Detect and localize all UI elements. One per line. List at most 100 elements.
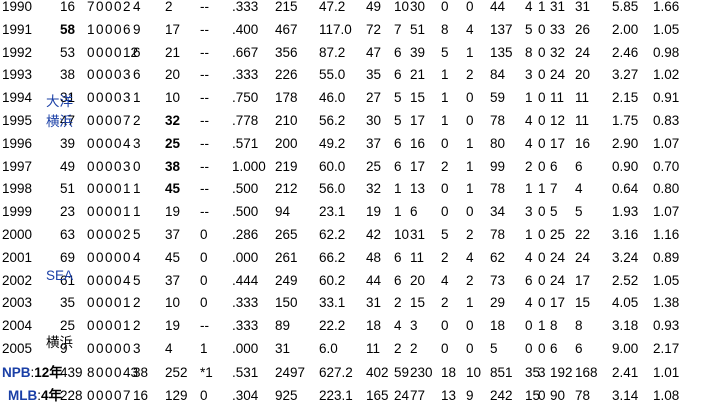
total-cell: 0 bbox=[114, 364, 122, 380]
stat-cell: -- bbox=[200, 318, 209, 334]
stat-cell: 1.75 bbox=[612, 113, 639, 128]
stat-cell: 32 bbox=[165, 113, 181, 128]
stat-cell: 2 bbox=[466, 227, 474, 242]
stat-cell: 0 bbox=[466, 204, 474, 220]
stat-cell: 1 bbox=[123, 181, 131, 197]
total-cell: 925 bbox=[275, 387, 298, 403]
total-cell: 77 bbox=[410, 387, 426, 403]
stat-cell: 0 bbox=[114, 295, 122, 311]
stat-cell: 48 bbox=[366, 249, 382, 265]
stat-cell: 21 bbox=[410, 67, 426, 83]
season-year: 2004 bbox=[2, 318, 33, 334]
season-row-1996: 1996 39 0 0 0 0 4 3 25 -- .571 200 49.2 37 6 16 0 1 80 4 0 17… bbox=[0, 133, 714, 155]
stat-cell: 219 bbox=[275, 158, 298, 174]
stat-cell: 0 bbox=[87, 341, 95, 356]
stat-cell: 0 bbox=[114, 227, 122, 242]
stat-cell: .400 bbox=[232, 21, 259, 37]
season-row-1990: 1990 16 7 0 0 0 2 4 2 -- .333 215 47.2 49 10 30 0 0 44 4 1 31… bbox=[0, 0, 714, 18]
stat-cell: 6 bbox=[123, 21, 131, 37]
stat-cell: 1 bbox=[133, 90, 141, 106]
stat-cell: 78 bbox=[490, 227, 506, 242]
stat-cell: .500 bbox=[232, 204, 259, 220]
season-row-2000: 2000 63 0 0 0 0 2 5 37 0.286 265 62.2 42 10 31 5 2 78 1 0 25… bbox=[0, 224, 714, 246]
stat-cell: 89 bbox=[275, 318, 291, 334]
stat-cell: 0.93 bbox=[653, 318, 680, 334]
stat-cell: 0 bbox=[87, 158, 95, 174]
season-row-1998: 1998 51 0 0 0 0 1 1 45 -- .500 212 56.0 32 1 13 0 1 78 1 1 7 4… bbox=[0, 178, 714, 200]
stat-cell: 87.2 bbox=[319, 44, 346, 60]
total-cell: 10 bbox=[466, 364, 482, 380]
stat-cell: 1 bbox=[466, 295, 474, 311]
stat-cell: 4 bbox=[466, 21, 474, 37]
stat-cell: 200 bbox=[275, 135, 298, 151]
season-row-1995: 1995 47 0 0 0 0 7 2 32 -- .778 210 56.2 30 5 17 1 0 78 4 0 12… bbox=[0, 110, 714, 132]
stat-cell: 2 bbox=[410, 341, 418, 356]
stat-cell: 0 bbox=[441, 341, 449, 356]
stat-cell: .333 bbox=[232, 318, 259, 334]
season-row-1994: 1994 31 0 0 0 0 3 1 10 -- .750 178 46.0 27 5 15 1 0 59 1 0 11… bbox=[0, 87, 714, 109]
stat-cell: 0 bbox=[96, 21, 104, 37]
stat-cell: 0 bbox=[105, 67, 113, 83]
stat-cell: 73 bbox=[490, 272, 506, 288]
stat-cell: 0 bbox=[114, 0, 122, 14]
stat-cell: 2 bbox=[133, 318, 141, 334]
season-row-1997: 1997 49 0 0 0 0 3 0 38 -- 1.000 219 60.0 25 6 17 2 1 99 2 0 6… bbox=[0, 156, 714, 178]
stat-cell: 0 bbox=[96, 90, 104, 106]
stat-cell: 31 bbox=[575, 0, 591, 14]
stat-cell: 3.16 bbox=[612, 227, 639, 242]
stat-cell: 0 bbox=[87, 227, 95, 242]
stat-cell: 1.05 bbox=[653, 21, 680, 37]
stat-cell: 0 bbox=[87, 318, 95, 334]
stat-cell: 26 bbox=[575, 21, 591, 37]
stat-cell: 6 bbox=[133, 44, 141, 60]
stat-cell: 3 bbox=[123, 158, 131, 174]
stat-cell: 15 bbox=[575, 295, 591, 311]
stat-cell: 0 bbox=[525, 318, 533, 334]
stat-cell: 32 bbox=[550, 44, 566, 60]
stat-cell: 44 bbox=[366, 272, 382, 288]
stat-cell: 6 bbox=[410, 204, 418, 220]
total-cell: 230 bbox=[410, 364, 433, 380]
stat-cell: 60.2 bbox=[319, 272, 346, 288]
stat-cell: 47 bbox=[366, 44, 382, 60]
total-cell: 439 bbox=[60, 364, 83, 380]
season-year: 2001 bbox=[2, 249, 33, 265]
stat-cell: 2 bbox=[441, 158, 449, 174]
stat-cell: 2.90 bbox=[612, 135, 639, 151]
stat-cell: 0 bbox=[87, 249, 95, 265]
stat-cell: 0.90 bbox=[612, 158, 639, 174]
stat-cell: 31 bbox=[410, 227, 426, 242]
season-year: 2003 bbox=[2, 295, 33, 311]
stat-cell: 0 bbox=[87, 44, 95, 60]
stat-cell: 38 bbox=[60, 67, 76, 83]
stat-cell: 0 bbox=[105, 272, 113, 288]
total-cell: 1.01 bbox=[653, 364, 680, 380]
stat-cell: 46.0 bbox=[319, 90, 346, 106]
stat-cell: 2 bbox=[123, 227, 131, 242]
stat-cell: 19 bbox=[366, 204, 382, 220]
total-cell: 18 bbox=[441, 364, 457, 380]
stat-cell: 80 bbox=[490, 135, 506, 151]
stat-cell: 30 bbox=[410, 0, 426, 14]
stat-cell: 31 bbox=[550, 0, 566, 14]
stat-cell: 0 bbox=[105, 21, 113, 37]
stat-cell: 4 bbox=[525, 249, 533, 265]
stat-cell: 0 bbox=[96, 158, 104, 174]
stat-cell: 150 bbox=[275, 295, 298, 311]
stat-cell: 0.89 bbox=[653, 249, 680, 265]
stat-cell: 0 bbox=[441, 318, 449, 334]
stat-cell: 3 bbox=[133, 135, 141, 151]
stat-cell: 6 bbox=[525, 272, 533, 288]
stat-cell: 16 bbox=[410, 135, 426, 151]
total-cell: 8 bbox=[87, 364, 95, 380]
stat-cell: 4 bbox=[525, 0, 533, 14]
stat-cell: 0 bbox=[96, 44, 104, 60]
stat-cell: 59 bbox=[490, 90, 506, 106]
stat-cell: 2 bbox=[441, 249, 449, 265]
stat-cell: 4 bbox=[525, 113, 533, 128]
stat-cell: 5 bbox=[490, 341, 498, 356]
stat-cell: 0 bbox=[200, 227, 208, 242]
stat-cell: 6 bbox=[394, 44, 402, 60]
total-cell: 0 bbox=[105, 364, 113, 380]
stat-cell: 8 bbox=[441, 21, 449, 37]
